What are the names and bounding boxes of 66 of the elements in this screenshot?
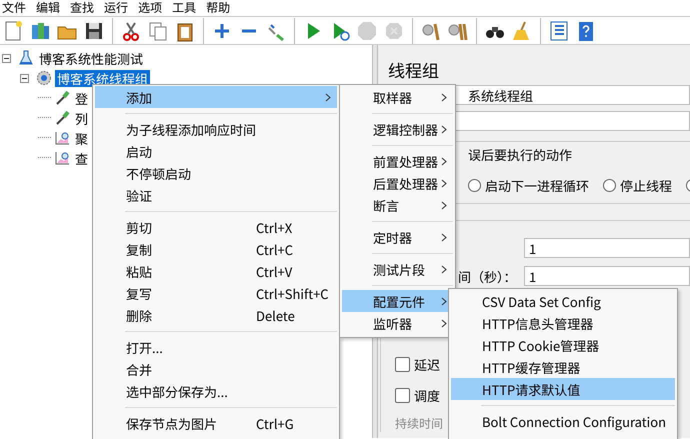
ramp-up-label: 间（秒）： (458, 266, 518, 286)
radio-label: 停止线程 (620, 176, 672, 195)
tree-item[interactable]: 聚 (73, 130, 90, 146)
flask-icon (18, 50, 34, 66)
shortcut-label: Ctrl+V (256, 262, 292, 280)
menu-item[interactable]: 断言 (342, 194, 453, 216)
panel-title: 线程组 (388, 57, 440, 83)
menu-item[interactable]: 运行 (104, 0, 128, 16)
menu-item[interactable]: 复制 Ctrl+C (95, 238, 337, 260)
menu-item[interactable]: 测试片段 (342, 258, 453, 280)
menu-item[interactable]: 工具 (172, 0, 196, 16)
radio-label: 启动下一进程循环 (485, 176, 590, 195)
shortcut-label: Ctrl+C (256, 240, 294, 258)
menu-item[interactable]: 删除 Delete (95, 304, 337, 326)
menu-item[interactable]: HTTP信息头管理器 (451, 312, 675, 334)
menu-item[interactable]: HTTP缓存管理器 (451, 356, 675, 378)
group-title: 误后要执行的动作 (468, 146, 574, 164)
menu-item[interactable]: CSV Data Set Config (451, 290, 675, 312)
radio-button[interactable] (603, 179, 616, 192)
menu-item[interactable]: 帮助 (206, 0, 230, 16)
menu-item[interactable]: 启动 (95, 140, 337, 162)
shortcut-label: Ctrl+G (256, 414, 294, 432)
menu-item[interactable]: 合并 (95, 358, 337, 380)
pipette-icon (54, 90, 70, 106)
menu-item[interactable]: HTTP Cookie管理器 (451, 334, 675, 356)
menu-item[interactable]: 打开... (95, 336, 337, 358)
menu-item[interactable]: 查找 (70, 0, 94, 16)
graph-icon (54, 150, 70, 166)
menu-item[interactable]: 文件 (2, 0, 26, 16)
collapse-toggle[interactable] (20, 74, 29, 82)
tree-item[interactable]: 博客系统性能测试 (37, 50, 146, 66)
menu-item[interactable]: 后置处理器 (342, 172, 453, 194)
ramp-up-field[interactable]: 1 (524, 266, 690, 286)
menu-item[interactable]: 选中部分保存为... (95, 380, 337, 402)
menu-item[interactable]: 保存节点为图片 Ctrl+G (95, 412, 337, 434)
menu-item[interactable]: 逻辑控制器 (342, 118, 453, 140)
menu-item[interactable]: 粘贴 Ctrl+V (95, 260, 337, 282)
collapse-toggle[interactable] (2, 54, 11, 62)
menu-item[interactable]: 选项 (138, 0, 162, 16)
menu-item[interactable]: 添加 (95, 86, 337, 108)
menu-item[interactable]: 定时器 (342, 226, 453, 248)
checkbox[interactable] (395, 388, 410, 402)
shortcut-label: Delete (256, 306, 295, 324)
menu-item[interactable]: HTTP请求默认值 (451, 378, 675, 400)
menu-item[interactable]: 复写 Ctrl+Shift+C (95, 282, 337, 304)
menu-item[interactable]: 为子线程添加响应时间 (95, 118, 337, 140)
menu-item[interactable]: 不停顿启动 (95, 162, 337, 184)
checkbox[interactable] (395, 356, 410, 372)
duration-label: 持续时间 (395, 415, 444, 432)
gear-icon (36, 70, 52, 86)
checkbox-label: 延迟 (414, 354, 440, 374)
shortcut-label: Ctrl+X (256, 218, 292, 236)
thread-count-field[interactable]: 1 (524, 238, 690, 258)
menu-item[interactable]: Bolt Connection Configuration (451, 410, 675, 432)
tree-item[interactable]: 查 (73, 150, 90, 166)
tree-item[interactable]: 列 (73, 110, 90, 126)
radio-button[interactable] (468, 179, 481, 192)
menu-item[interactable]: 剪切 Ctrl+X (95, 216, 337, 238)
menu-item[interactable]: 验证 (95, 184, 337, 206)
tree-item[interactable]: 登 (73, 90, 90, 106)
pipette-icon (54, 110, 70, 126)
shortcut-label: Ctrl+Shift+C (256, 284, 329, 302)
menu-item[interactable]: 前置处理器 (342, 150, 453, 172)
graph-icon (54, 130, 70, 146)
checkbox-label: 调度 (414, 386, 440, 404)
menu-item[interactable]: 编辑 (36, 0, 60, 16)
